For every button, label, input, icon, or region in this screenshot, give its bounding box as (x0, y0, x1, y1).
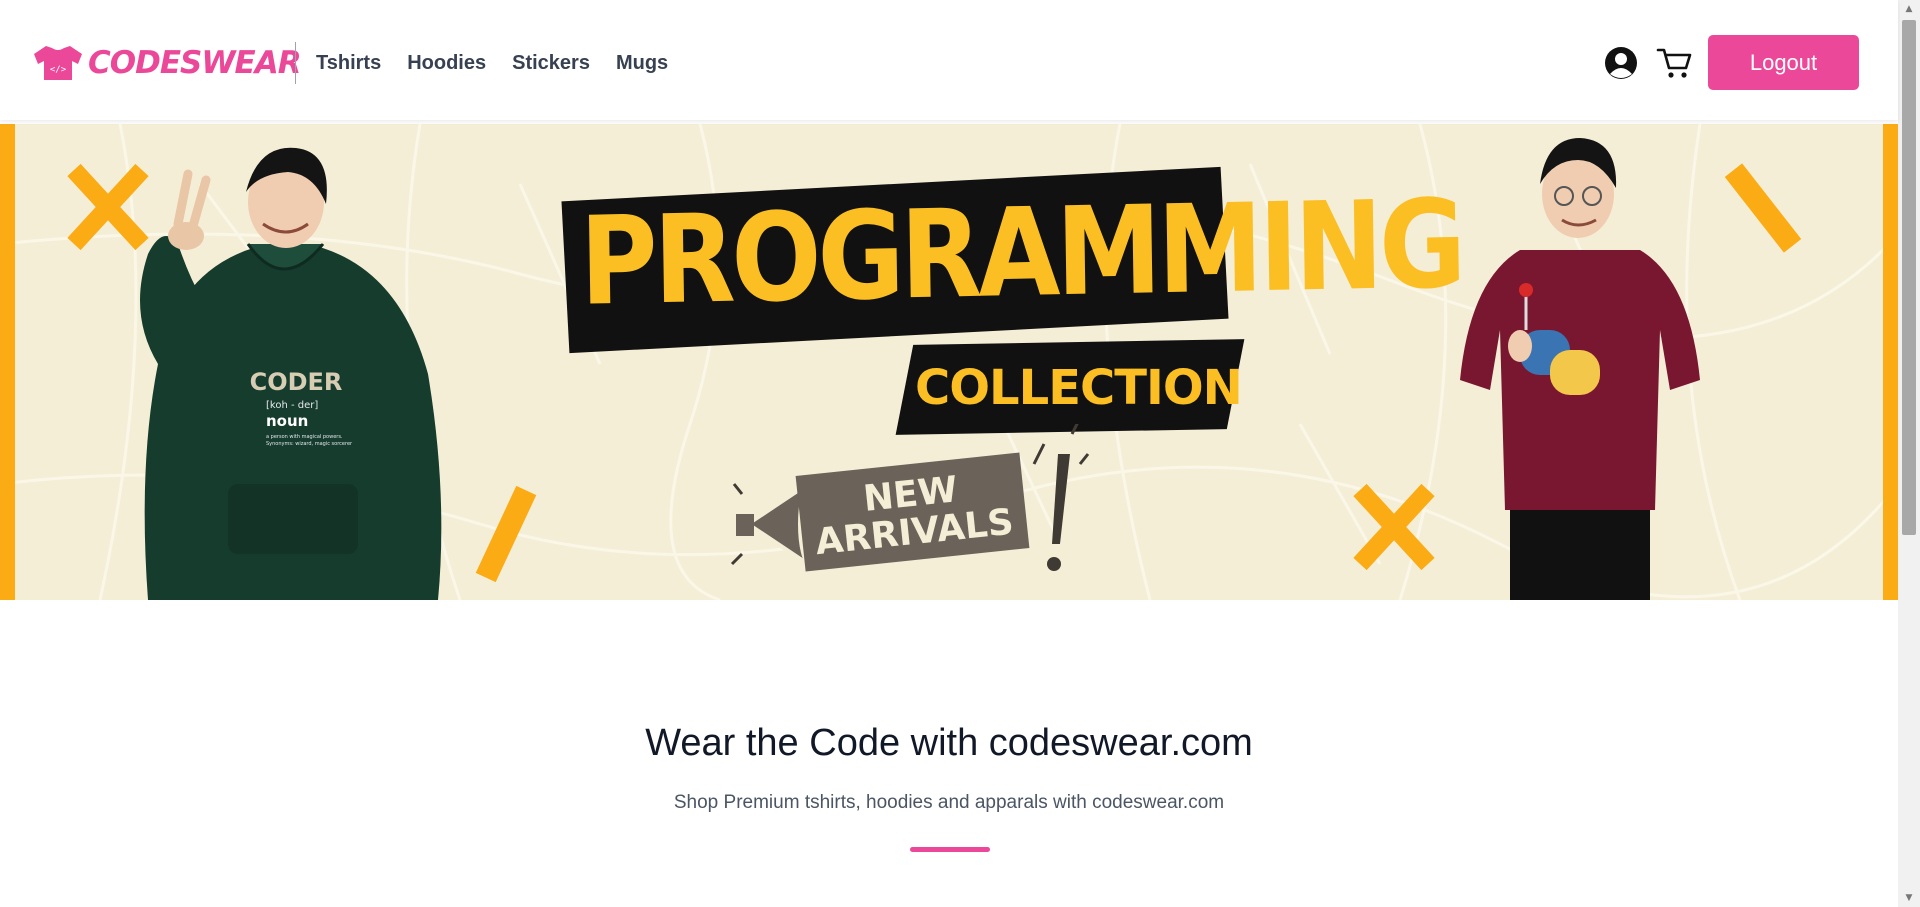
hoodie-word: CODER (250, 368, 343, 396)
banner-accent-right (1883, 124, 1898, 600)
nav-item-tshirts[interactable]: Tshirts (316, 52, 381, 75)
user-circle-icon[interactable] (1604, 46, 1638, 80)
hero-heading: Wear the Code with codeswear.com (645, 722, 1253, 764)
shopping-cart-icon[interactable] (1656, 46, 1692, 80)
nav-item-hoodies[interactable]: Hoodies (407, 52, 486, 75)
nav-item-mugs[interactable]: Mugs (616, 52, 668, 75)
banner-title: PROGRAMMING (578, 173, 1464, 333)
model-hoodie-image: CODER [koh - der] noun a person with mag… (140, 147, 442, 600)
banner-accent-left (0, 124, 15, 600)
scroll-down-arrow-icon[interactable]: ▼ (1898, 889, 1920, 907)
exclamation-icon (1032, 424, 1090, 571)
scrollbar-thumb[interactable] (1902, 20, 1916, 535)
hero-accent-bar (910, 847, 990, 852)
nav-item-stickers[interactable]: Stickers (512, 52, 590, 75)
x-shape-decor (1353, 483, 1435, 571)
banner-subtitle: COLLECTION (915, 360, 1243, 416)
site-header: </> CODESWEAR Tshirts Hoodies Stickers M… (0, 0, 1898, 120)
hoodie-synonyms: Synonyms: wizard, magic sorcerer (266, 441, 353, 447)
page-scrollbar[interactable]: ▲ ▼ (1898, 0, 1920, 907)
hero-banner[interactable]: CODER [koh - der] noun a person with mag… (0, 124, 1898, 600)
logout-button[interactable]: Logout (1708, 35, 1859, 90)
brand-name: CODESWEAR (88, 45, 302, 81)
tshirt-code-icon: </> (34, 46, 82, 80)
scroll-up-arrow-icon[interactable]: ▲ (1898, 0, 1920, 18)
hero-subheading: Shop Premium tshirts, hoodies and appara… (673, 792, 1225, 813)
svg-text:</>: </> (50, 65, 67, 75)
model-tshirt-image (1460, 138, 1700, 600)
brand-logo[interactable]: </> CODESWEAR (32, 44, 302, 82)
hoodie-part-of-speech: noun (266, 412, 308, 430)
header-divider (295, 42, 296, 84)
hoodie-pronunciation: [koh - der] (266, 400, 318, 411)
hoodie-definition: a person with magical powers. (266, 434, 343, 440)
main-nav: Tshirts Hoodies Stickers Mugs (316, 52, 668, 75)
